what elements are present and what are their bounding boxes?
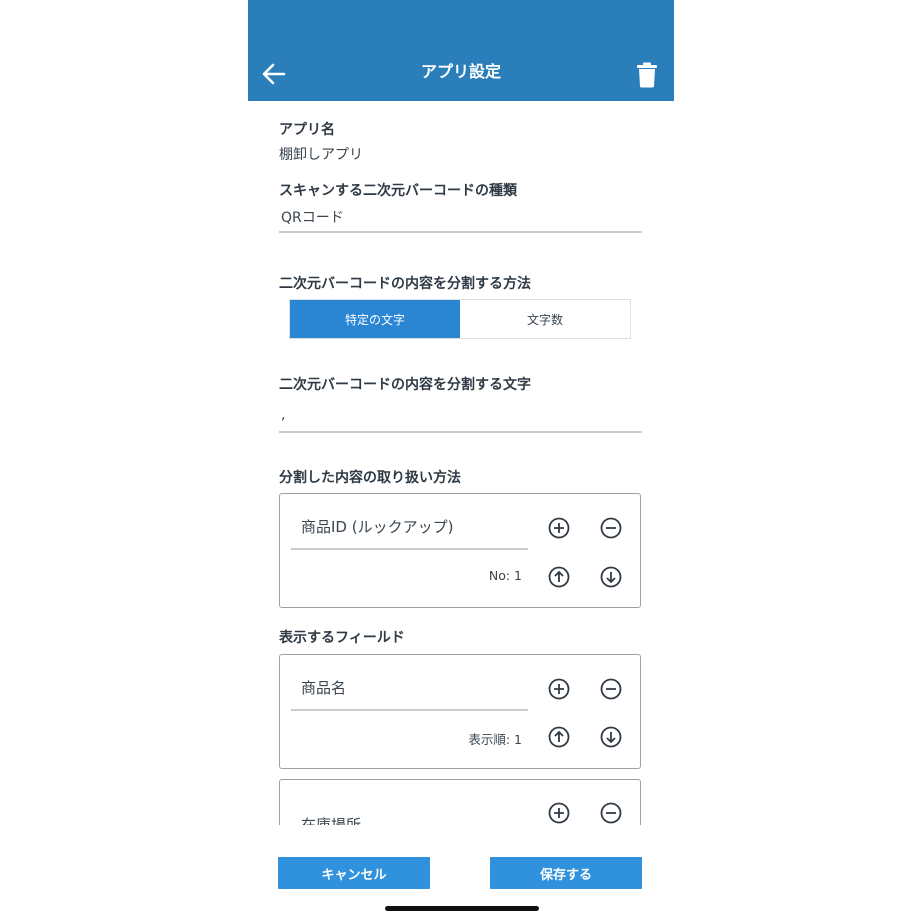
cancel-button[interactable]: キャンセル <box>278 857 430 889</box>
arrow-up-circle-icon[interactable] <box>548 566 570 588</box>
remove-circle-icon[interactable] <box>600 678 622 700</box>
order-number: No: 1 <box>488 568 522 583</box>
barcode-type-select[interactable]: QRコード <box>279 201 642 233</box>
remove-circle-icon[interactable] <box>600 802 622 824</box>
arrow-up-circle-icon[interactable] <box>548 726 570 748</box>
save-button[interactable]: 保存する <box>490 857 642 889</box>
phone-screen: アプリ設定 アプリ名 棚卸しアプリ スキャンする二次元バーコードの種類 QRコー… <box>248 0 674 920</box>
remove-circle-icon[interactable] <box>600 517 622 539</box>
arrow-down-circle-icon[interactable] <box>600 566 622 588</box>
app-bar: アプリ設定 <box>248 0 674 101</box>
split-char-value: , <box>281 407 286 423</box>
segment-char-count[interactable]: 文字数 <box>460 300 630 338</box>
app-name-value: 棚卸しアプリ <box>279 147 363 163</box>
barcode-type-value: QRコード <box>281 210 344 226</box>
add-circle-icon[interactable] <box>548 678 570 700</box>
display-field-select[interactable]: 在庫場所 <box>291 794 528 825</box>
handling-card: 商品ID (ルックアップ) No: 1 <box>279 493 641 608</box>
display-field-value: 商品名 <box>301 679 347 697</box>
segment-specific-char[interactable]: 特定の文字 <box>290 300 460 338</box>
display-field-value: 在庫場所 <box>301 816 362 825</box>
display-fields-label: 表示するフィールド <box>279 630 405 646</box>
split-char-input[interactable]: , <box>279 401 642 433</box>
display-field-select[interactable]: 商品名 <box>291 669 528 711</box>
split-method-label: 二次元バーコードの内容を分割する方法 <box>279 276 531 292</box>
handling-field-value: 商品ID (ルックアップ) <box>301 518 454 536</box>
home-indicator <box>385 906 539 911</box>
settings-form: アプリ名 棚卸しアプリ スキャンする二次元バーコードの種類 QRコード 二次元バ… <box>248 101 674 825</box>
arrow-down-circle-icon[interactable] <box>600 726 622 748</box>
display-order: 表示順: 1 <box>468 732 522 747</box>
split-char-label: 二次元バーコードの内容を分割する文字 <box>279 377 531 393</box>
page-title: アプリ設定 <box>420 62 501 81</box>
display-field-card-1: 商品名 表示順: 1 <box>279 654 641 769</box>
add-circle-icon[interactable] <box>548 802 570 824</box>
handling-label: 分割した内容の取り扱い方法 <box>279 470 461 486</box>
add-circle-icon[interactable] <box>548 517 570 539</box>
display-field-card-2: 在庫場所 <box>279 779 641 825</box>
split-method-segmented-control: 特定の文字 文字数 <box>289 299 631 339</box>
handling-field-select[interactable]: 商品ID (ルックアップ) <box>291 508 528 550</box>
barcode-type-label: スキャンする二次元バーコードの種類 <box>279 183 517 199</box>
app-name-label: アプリ名 <box>279 122 335 138</box>
trash-icon[interactable] <box>636 62 658 88</box>
